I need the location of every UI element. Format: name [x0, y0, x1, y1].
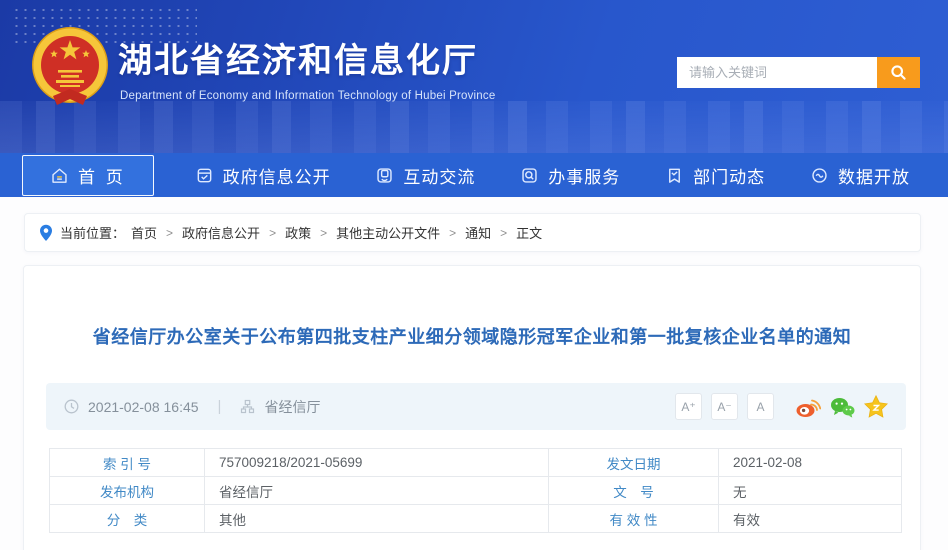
- nav-label: 首 页: [78, 163, 126, 188]
- page: 湖北省经济和信息化厅 Department of Economy and Inf…: [0, 0, 948, 550]
- breadcrumb-prefix: 当前位置：: [60, 223, 125, 242]
- document-check-icon: [195, 166, 214, 185]
- document-info-table: 索 引 号 757009218/2021-05699 发文日期 2021-02-…: [49, 448, 902, 533]
- main-nav: 首 页 政府信息公开 互动交流 办事服务: [0, 153, 948, 197]
- share-weibo-button[interactable]: [795, 396, 821, 418]
- field-value-issue-date: 2021-02-08: [719, 449, 902, 477]
- field-label-issue-date: 发文日期: [549, 449, 719, 477]
- nav-label: 数据开放: [838, 163, 910, 188]
- field-value-validity: 有效: [719, 505, 902, 533]
- location-pin-icon: [39, 224, 53, 242]
- field-label-index-number: 索 引 号: [50, 449, 205, 477]
- breadcrumb-link-home[interactable]: 首页: [131, 223, 157, 242]
- breadcrumb-separator: >: [449, 226, 456, 240]
- city-skyline-decoration: [0, 101, 948, 153]
- font-size-decrease-button[interactable]: A⁻: [711, 393, 738, 420]
- font-size-reset-button[interactable]: A: [747, 393, 774, 420]
- field-value-index-number: 757009218/2021-05699: [205, 449, 549, 477]
- nav-label: 互动交流: [403, 163, 475, 188]
- field-label-doc-number: 文 号: [549, 477, 719, 505]
- nav-item-interaction[interactable]: 互动交流: [371, 156, 479, 195]
- search-input[interactable]: [677, 57, 877, 88]
- share-wechat-button[interactable]: [830, 396, 855, 418]
- field-label-issuing-org: 发布机构: [50, 477, 205, 505]
- breadcrumb-separator: >: [320, 226, 327, 240]
- clock-icon: [64, 399, 79, 414]
- field-value-issuing-org: 省经信厅: [205, 477, 549, 505]
- breadcrumb: 当前位置： 首页 > 政府信息公开 > 政策 > 其他主动公开文件 > 通知 >…: [24, 213, 921, 252]
- nav-label: 办事服务: [548, 163, 620, 188]
- font-size-increase-button[interactable]: A⁺: [675, 393, 702, 420]
- field-label-category: 分 类: [50, 505, 205, 533]
- breadcrumb-link-notices[interactable]: 通知: [465, 223, 491, 242]
- nav-item-open-data[interactable]: 数据开放: [806, 156, 914, 195]
- field-label-validity: 有 效 性: [549, 505, 719, 533]
- organization-icon: [240, 399, 255, 414]
- nav-item-department-news[interactable]: 部门动态: [661, 156, 769, 195]
- publish-datetime: 2021-02-08 16:45: [88, 399, 199, 415]
- nav-label: 政府信息公开: [223, 163, 331, 188]
- nav-item-services[interactable]: 办事服务: [516, 156, 624, 195]
- article-title: 省经信厅办公室关于公布第四批支柱产业细分领域隐形冠军企业和第一批复核企业名单的通…: [64, 323, 880, 349]
- table-row: 索 引 号 757009218/2021-05699 发文日期 2021-02-…: [50, 449, 902, 477]
- home-icon: [50, 166, 69, 185]
- table-row: 分 类 其他 有 效 性 有效: [50, 505, 902, 533]
- search-icon: [890, 64, 907, 81]
- search-button[interactable]: [877, 57, 920, 88]
- wechat-icon: [830, 396, 855, 418]
- share-qzone-button[interactable]: [864, 395, 888, 418]
- article-panel: 省经信厅办公室关于公布第四批支柱产业细分领域隐形冠军企业和第一批复核企业名单的通…: [23, 265, 921, 550]
- nav-label: 部门动态: [693, 163, 765, 188]
- table-row: 发布机构 省经信厅 文 号 无: [50, 477, 902, 505]
- qzone-star-icon: [864, 395, 888, 418]
- nav-item-gov-info[interactable]: 政府信息公开: [191, 156, 335, 195]
- breadcrumb-separator: >: [269, 226, 276, 240]
- breadcrumb-separator: >: [166, 226, 173, 240]
- overlapping-squares-icon: [375, 166, 394, 185]
- nav-item-home[interactable]: 首 页: [22, 155, 154, 196]
- site-header: 湖北省经济和信息化厅 Department of Economy and Inf…: [0, 0, 948, 153]
- site-search: [677, 57, 920, 88]
- meta-divider: |: [218, 398, 222, 415]
- magnifier-box-icon: [520, 166, 539, 185]
- breadcrumb-link-gov-info[interactable]: 政府信息公开: [182, 223, 260, 242]
- source-org: 省经信厅: [264, 397, 320, 417]
- data-wave-circle-icon: [810, 166, 829, 185]
- article-meta-right: A⁺ A⁻ A: [675, 393, 888, 420]
- site-subtitle-english: Department of Economy and Information Te…: [120, 90, 495, 102]
- article-meta-left: 2021-02-08 16:45 | 省经信厅: [64, 397, 320, 417]
- field-value-doc-number: 无: [719, 477, 902, 505]
- breadcrumb-link-other-docs[interactable]: 其他主动公开文件: [336, 223, 440, 242]
- site-title: 湖北省经济和信息化厅: [118, 33, 478, 82]
- national-emblem: [30, 26, 110, 106]
- breadcrumb-separator: >: [500, 226, 507, 240]
- article-meta-bar: 2021-02-08 16:45 | 省经信厅 A⁺ A⁻ A: [46, 383, 906, 430]
- breadcrumb-link-policy[interactable]: 政策: [285, 223, 311, 242]
- weibo-icon: [795, 396, 821, 418]
- bookmark-check-icon: [665, 166, 684, 185]
- breadcrumb-current: 正文: [516, 223, 542, 242]
- field-value-category: 其他: [205, 505, 549, 533]
